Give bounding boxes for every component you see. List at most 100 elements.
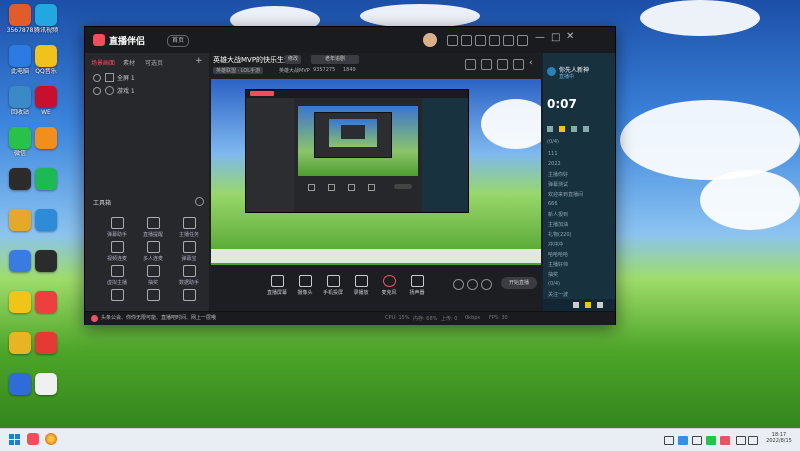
record-icon[interactable] xyxy=(513,59,524,70)
nested-left-panel xyxy=(246,98,294,212)
add-scene-icon[interactable]: + xyxy=(195,56,203,66)
toolbox-item[interactable]: 弹幕宝 xyxy=(175,241,203,262)
wifi-icon[interactable] xyxy=(736,436,746,445)
app-icon xyxy=(35,332,57,354)
tray-app-icon[interactable] xyxy=(678,436,688,445)
bottom-tool[interactable]: 手机投屏 xyxy=(319,275,347,296)
toolbox-item[interactable]: 多人连麦 xyxy=(139,241,167,262)
toolbox-item[interactable]: 直播提醒 xyxy=(139,217,167,238)
edit-title-button[interactable]: 修改 xyxy=(285,55,302,64)
gift-icon[interactable] xyxy=(559,126,565,132)
desktop-icon[interactable] xyxy=(26,209,66,232)
share-icon[interactable]: ‹ xyxy=(529,58,533,68)
desktop-icon[interactable]: QQ音乐 xyxy=(26,45,66,75)
windows-start-icon[interactable] xyxy=(9,434,20,445)
category-select[interactable]: 老年追剧 xyxy=(311,55,360,64)
menu-icon[interactable] xyxy=(517,35,528,46)
desktop-icon[interactable] xyxy=(26,168,66,191)
nested-logo xyxy=(250,91,274,96)
scene-item[interactable]: 全屏 1 xyxy=(93,73,205,83)
notify-icon[interactable] xyxy=(447,35,458,46)
tool-label: 虚拟主播 xyxy=(106,280,127,286)
desktop-icon[interactable]: WE xyxy=(26,86,66,116)
tray-ime-icon[interactable] xyxy=(692,436,702,445)
bottom-tool[interactable]: 麦克风 xyxy=(375,275,403,296)
mail-icon[interactable] xyxy=(475,35,486,46)
bottom-tool[interactable]: 录播放 xyxy=(347,275,375,296)
screenshot-icon[interactable] xyxy=(497,59,508,70)
tool-icon xyxy=(146,217,160,229)
nested-toolbar xyxy=(298,184,418,191)
chat-footer-icon[interactable] xyxy=(585,302,591,308)
toolbox-item[interactable]: 视频连麦 xyxy=(103,241,131,262)
bottom-tool[interactable]: 摄像头 xyxy=(291,275,319,296)
maximize-icon[interactable]: □ xyxy=(551,32,560,43)
message-icon[interactable] xyxy=(461,35,472,46)
toolbox-item[interactable] xyxy=(139,289,167,303)
desktop-icon[interactable]: 腾讯视频 xyxy=(26,4,66,34)
desktop-icon[interactable] xyxy=(26,373,66,396)
volume-icon[interactable] xyxy=(748,436,758,445)
chat-footer-icon[interactable] xyxy=(573,302,579,308)
chat-message: 礼物(220) xyxy=(548,232,572,238)
tab-scene[interactable]: 场景画面 xyxy=(91,58,115,67)
tab-material[interactable]: 素材 xyxy=(123,58,135,67)
game-category[interactable]: 英雄联盟 · LOL手游 xyxy=(213,67,264,74)
desktop-icon[interactable] xyxy=(26,332,66,355)
close-icon[interactable]: ✕ xyxy=(566,31,574,42)
scene-item[interactable]: 游戏 1 xyxy=(93,86,205,96)
beauty-icon[interactable] xyxy=(467,279,478,290)
tool-label: 麦克风 xyxy=(381,290,397,296)
tray-wechat-icon[interactable] xyxy=(706,436,716,445)
chat-message: 111 xyxy=(548,151,558,157)
user-avatar[interactable] xyxy=(547,67,556,76)
settings-icon[interactable] xyxy=(489,35,500,46)
brand-logo-icon xyxy=(93,34,105,46)
brand-name: 直播伴侣 xyxy=(109,37,146,47)
desktop-icon[interactable] xyxy=(26,291,66,314)
toolbox-item[interactable]: 弹幕助手 xyxy=(103,217,131,238)
browser-taskbar-icon[interactable] xyxy=(45,433,57,445)
chat-footer-icon[interactable] xyxy=(597,302,603,308)
skin-icon[interactable] xyxy=(503,35,514,46)
grid-icon[interactable] xyxy=(583,126,589,132)
tab-optional[interactable]: 可选页 xyxy=(145,58,163,67)
toolbox-item[interactable]: 主播任务 xyxy=(175,217,203,238)
app-icon xyxy=(35,373,57,395)
toolbox-item[interactable] xyxy=(175,289,203,303)
layout-icon[interactable] xyxy=(481,59,492,70)
taskbar: 18:17 2022/8/15 xyxy=(0,428,800,451)
folder-icon[interactable] xyxy=(571,126,577,132)
app-icon xyxy=(35,45,57,67)
bottom-tool[interactable]: 直播屏幕 xyxy=(263,275,291,296)
stream-title: 英雄大战MVP的快乐生活 xyxy=(213,56,292,64)
toolbox-settings-icon[interactable] xyxy=(195,197,204,206)
eye-icon[interactable] xyxy=(93,74,101,82)
tray-app-icon[interactable] xyxy=(720,436,730,445)
desktop-icon[interactable] xyxy=(26,250,66,273)
toolbox-item[interactable] xyxy=(103,289,131,303)
toolbox-item[interactable]: 数据助手 xyxy=(175,265,203,286)
bottom-tool[interactable]: 扬声器 xyxy=(403,275,431,296)
camera-preview-icon[interactable] xyxy=(453,279,464,290)
toolbox-item[interactable]: 抽奖 xyxy=(139,265,167,286)
preview-canvas[interactable] xyxy=(211,79,541,265)
clock[interactable]: 18:17 2022/8/15 xyxy=(764,432,794,444)
tool-icon xyxy=(410,275,424,287)
live-companion-taskbar-icon[interactable] xyxy=(27,433,39,445)
start-live-button[interactable]: 开始直播 xyxy=(501,277,537,289)
desktop-icon[interactable] xyxy=(26,127,66,150)
tool-label: 弹幕宝 xyxy=(181,256,197,262)
settings-gear-icon[interactable] xyxy=(481,279,492,290)
avatar[interactable] xyxy=(423,33,437,47)
eye-icon[interactable] xyxy=(93,87,101,95)
tray-arrow-icon[interactable] xyxy=(664,436,674,445)
lock-icon[interactable] xyxy=(465,59,476,70)
minimize-icon[interactable]: — xyxy=(535,32,545,43)
toolbox-item[interactable]: 虚拟主播 xyxy=(103,265,131,286)
desktop-icon-label: 微信 xyxy=(13,150,26,157)
chat-user-status: 直播中 xyxy=(559,74,575,80)
brand-tag[interactable]: 首页 xyxy=(167,35,190,47)
play-icon[interactable] xyxy=(547,126,553,132)
room-name: 英雄大战MVP xyxy=(279,68,310,74)
